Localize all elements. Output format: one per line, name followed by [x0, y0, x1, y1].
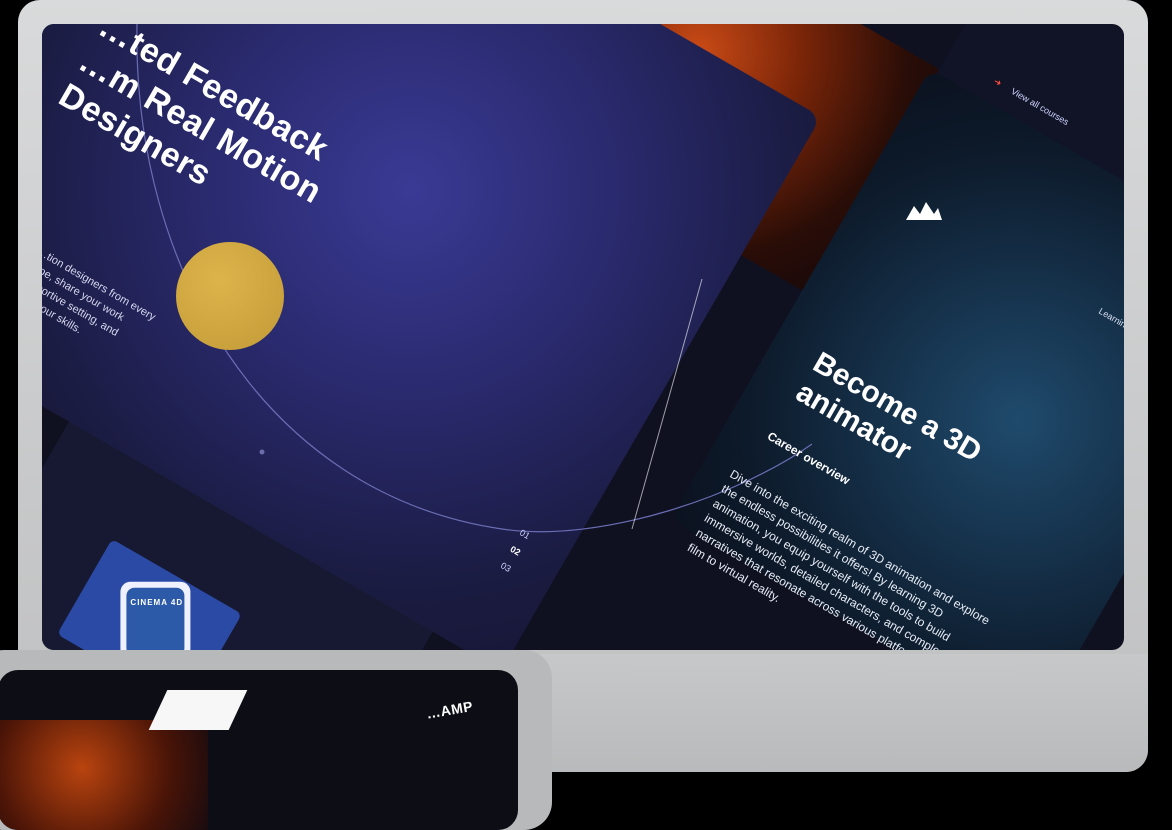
- badge: CINEMA 4D: [120, 581, 191, 650]
- laptop-device: [0, 650, 552, 830]
- monitor-screen: …ted Feedback …m Real Motion Designers ……: [42, 24, 1124, 650]
- badge-text: CINEMA 4D: [130, 597, 184, 607]
- tilted-layout: …ted Feedback …m Real Motion Designers ……: [42, 24, 1124, 650]
- laptop-screen: [0, 670, 518, 830]
- laptop-fire-image: [0, 720, 208, 830]
- mountain-logo-icon[interactable]: [904, 196, 944, 224]
- laptop-white-panel: [148, 690, 248, 730]
